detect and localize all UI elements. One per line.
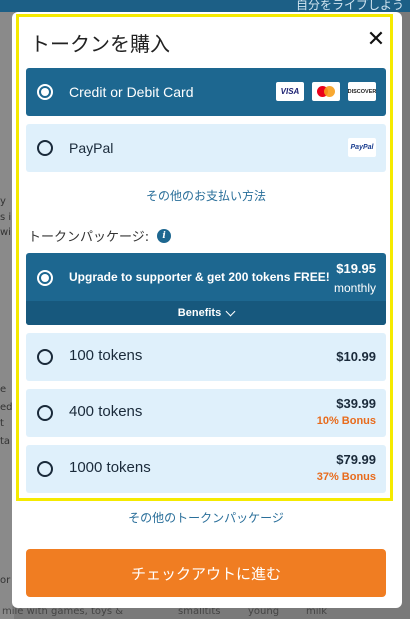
benefits-label: Benefits <box>177 307 222 319</box>
payment-option-label: Credit or Debit Card <box>69 84 194 100</box>
radio-unselected-icon[interactable] <box>37 140 53 156</box>
radio-selected-icon[interactable] <box>37 84 53 100</box>
visa-icon: VISA <box>276 82 304 101</box>
background-snippet: ta <box>0 436 11 447</box>
mastercard-icon <box>312 82 340 101</box>
discover-icon: DISCOVER <box>348 82 376 101</box>
background-snippet: y <box>0 196 6 207</box>
paypal-icon: PayPal <box>348 138 376 157</box>
other-token-packages-link[interactable]: その他のトークンパッケージ <box>26 509 386 526</box>
package-option-400[interactable]: 400 tokens $39.99 10% Bonus <box>26 389 386 437</box>
checkout-button[interactable]: チェックアウトに進む <box>26 549 386 597</box>
package-title: 400 tokens <box>69 403 143 420</box>
package-title: 100 tokens <box>69 347 143 364</box>
background-snippet: t <box>0 418 4 429</box>
package-title: 1000 tokens <box>69 459 151 476</box>
supporter-package-title: Upgrade to supporter & get 200 tokens FR… <box>69 270 330 284</box>
radio-unselected-icon[interactable] <box>37 349 53 365</box>
package-option-supporter[interactable]: Upgrade to supporter & get 200 tokens FR… <box>26 253 386 325</box>
background-snippet: or <box>0 575 11 586</box>
package-price: $39.99 <box>336 396 376 411</box>
other-payment-methods-link[interactable]: その他のお支払い方法 <box>26 187 386 204</box>
payment-option-label: PayPal <box>69 140 114 156</box>
background-snippet: e <box>0 384 7 395</box>
package-price: $79.99 <box>336 452 376 467</box>
modal-title: トークンを購入 <box>30 32 170 56</box>
package-option-100[interactable]: 100 tokens $10.99 <box>26 333 386 381</box>
supporter-package-price: $19.95 <box>336 261 376 276</box>
benefits-toggle[interactable]: Benefits <box>26 301 386 325</box>
package-bonus: 10% Bonus <box>316 415 376 427</box>
radio-unselected-icon[interactable] <box>37 405 53 421</box>
chevron-down-icon <box>225 306 236 316</box>
payment-option-card[interactable]: Credit or Debit Card VISA DISCOVER <box>26 68 386 116</box>
background-snippet: wi <box>0 227 11 238</box>
package-price: $10.99 <box>336 349 376 364</box>
radio-selected-icon[interactable] <box>37 270 53 286</box>
package-bonus: 37% Bonus <box>316 471 376 483</box>
token-package-label: トークンパッケージ: i <box>28 226 172 245</box>
token-package-label-text: トークンパッケージ: <box>28 230 150 245</box>
package-option-1000[interactable]: 1000 tokens $79.99 37% Bonus <box>26 445 386 493</box>
card-brand-icons: VISA DISCOVER <box>276 82 376 101</box>
background-header: 自分をライブしよう <box>0 0 410 12</box>
radio-unselected-icon[interactable] <box>37 461 53 477</box>
info-icon[interactable]: i <box>157 228 172 243</box>
payment-option-paypal[interactable]: PayPal PayPal <box>26 124 386 172</box>
close-icon[interactable]: ✕ <box>364 28 388 52</box>
supporter-package-period: monthly <box>333 281 376 295</box>
